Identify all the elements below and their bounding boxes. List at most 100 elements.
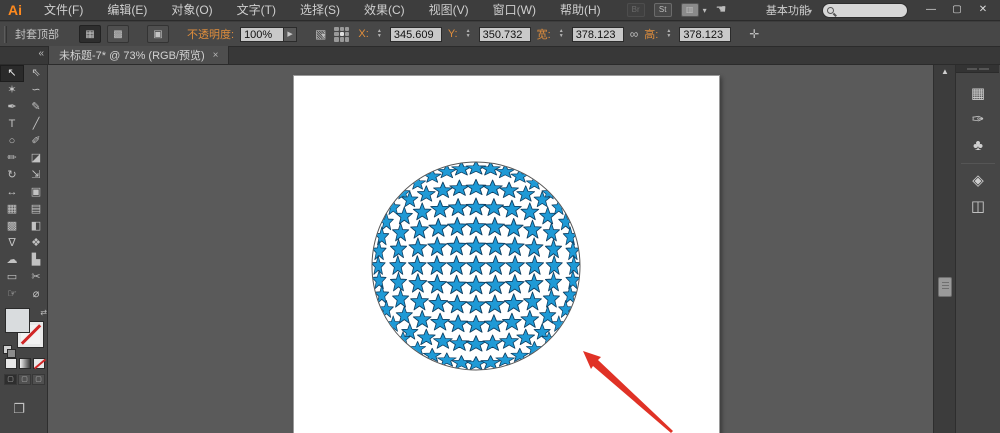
y-field[interactable]: 350.732 [478,26,531,42]
eraser-tool[interactable]: ◪ [24,150,48,167]
draw-normal-button[interactable]: ▢ [4,374,17,385]
menu-item-6[interactable]: 视图(V) [417,0,481,21]
menu-item-2[interactable]: 对象(O) [159,0,224,21]
zoom-tool[interactable]: ⌀ [24,286,48,303]
slice-tool[interactable]: ✂ [24,269,48,286]
restore-button[interactable]: ▢ [944,2,970,18]
dock-grip[interactable] [956,65,999,73]
stock-icon[interactable]: St [653,3,672,17]
screen-mode-button[interactable]: ❐ [8,401,30,417]
gradient-button[interactable] [19,358,31,369]
touch-hand-icon[interactable]: ☚ [716,3,727,17]
perspective-grid-tool[interactable]: ▤ [24,201,48,218]
opacity-field[interactable]: 100% [240,26,285,42]
menu-item-3[interactable]: 文字(T) [225,0,288,21]
menu-item-1[interactable]: 编辑(E) [95,0,159,21]
swatches-panel-icon[interactable]: ▦ [961,81,995,107]
height-label[interactable]: 高: [644,26,658,42]
default-fill-stroke-icon[interactable] [3,345,16,358]
opacity-dropdown-button[interactable]: ▶ [284,26,298,42]
menu-item-7[interactable]: 窗口(W) [481,0,548,21]
arrange-documents-caret[interactable]: ▾ [703,6,707,15]
curvature-tool[interactable]: ✎ [24,99,48,116]
x-field[interactable]: 345.609 [389,26,442,42]
eyedropper-tool[interactable]: ∇ [0,235,24,252]
selection-tool[interactable]: ↖ [0,65,24,82]
menu-item-5[interactable]: 效果(C) [352,0,417,21]
annotation-arrow [583,351,673,433]
symbols-panel-icon[interactable]: ♣ [961,133,995,159]
width-spinner[interactable]: ▲ ▼ [557,26,566,42]
envelope-options-button[interactable]: ▣ [147,25,169,43]
draw-behind-button[interactable]: ▢ [18,374,31,385]
tools-grid: ↖ ⇖ ✶ ∽ ✒ ✎ T ╱ ○ ✐ ✏ ◪ ↻ ⇲ ↔ ▣ ▦ ▤ ▩ ◧ ∇ ❖ ☁ ▙ ▭ ✂ ☞ ⌀ [0,65,47,303]
shape-builder-tool[interactable]: ▦ [0,201,24,218]
rotate-tool[interactable]: ↻ [0,167,24,184]
menu-item-8[interactable]: 帮助(H) [548,0,613,21]
menu-item-4[interactable]: 选择(S) [288,0,352,21]
swap-fill-stroke-icon[interactable]: ⇄ [40,308,47,317]
edit-envelope-button[interactable]: ▦ [79,25,101,43]
height-spinner[interactable]: ▲ ▼ [664,26,673,42]
app-logo: Ai [8,2,22,18]
gradient-tool[interactable]: ◧ [24,218,48,235]
height-field[interactable]: 378.123 [679,26,732,42]
width-field[interactable]: 378.123 [571,26,624,42]
link-dimensions-icon[interactable]: ∞ [630,27,639,41]
free-transform-tool[interactable]: ▣ [24,184,48,201]
color-button[interactable] [5,358,17,369]
artboards-panel-icon[interactable]: ◫ [961,194,995,220]
reference-point-locator[interactable] [334,26,350,42]
artwork-layer [371,161,673,433]
y-label[interactable]: Y: [448,28,458,40]
arrange-documents-icon[interactable]: ▥ [680,3,699,17]
layers-panel-icon[interactable]: ◈ [961,168,995,194]
blend-tool[interactable]: ❖ [24,235,48,252]
canvas[interactable] [48,65,933,433]
direct-selection-tool[interactable]: ⇖ [24,65,48,82]
x-spinner[interactable]: ▲ ▼ [375,26,384,42]
y-spinner[interactable]: ▲ ▼ [464,26,473,42]
menu-item-0[interactable]: 文件(F) [32,0,95,21]
scale-tool[interactable]: ⇲ [24,167,48,184]
none-button[interactable] [33,358,45,369]
dock-icons: ▦ ✑ ♣ ◈ ◫ [956,73,1000,220]
edit-contents-button[interactable]: ▩ [107,25,129,43]
tab-close-icon[interactable]: × [213,50,219,61]
line-segment-tool[interactable]: ╱ [24,116,48,133]
artboard-tool[interactable]: ▭ [0,269,24,286]
document-tab[interactable]: 未标题-7* @ 73% (RGB/预览) × [48,46,230,64]
toolbar-collapse-button[interactable]: « [0,46,48,64]
mesh-tool[interactable]: ▩ [0,218,24,235]
paintbrush-tool[interactable]: ✐ [24,133,48,150]
close-button[interactable]: ✕ [970,2,996,18]
brushes-panel-icon[interactable]: ✑ [961,107,995,133]
hand-tool[interactable]: ☞ [0,286,24,303]
fill-swatch[interactable] [5,308,30,333]
type-tool[interactable]: T [0,116,24,133]
pen-tool[interactable]: ✒ [0,99,24,116]
scroll-up-icon[interactable]: ▲ [934,65,956,79]
scrollbar-thumb[interactable] [938,277,952,297]
recolor-artwork-icon[interactable]: ▧▾ [315,27,326,41]
control-bar: 封套顶部 ▦ ▩ ▣ 不透明度: 100% ▶ ▧▾ X: ▲ ▼ 345.609… [0,22,1000,47]
pencil-tool[interactable]: ✏ [0,150,24,167]
vertical-scrollbar[interactable]: ▲ [933,65,955,433]
search-input[interactable] [822,2,908,18]
symbol-sprayer-tool[interactable]: ☁ [0,252,24,269]
workspace-switcher[interactable]: 基本功能 ▾ [766,2,812,18]
menu-items: 文件(F) 编辑(E) 对象(O) 文字(T) 选择(S) 效果(C) 视图(V) 窗口(W)… [32,0,613,21]
main-area: ↖ ⇖ ✶ ∽ ✒ ✎ T ╱ ○ ✐ ✏ ◪ ↻ ⇲ ↔ ▣ ▦ ▤ ▩ ◧ ∇ ❖ ☁ ▙ ▭ ✂ ☞ ⌀ ⇄ ▢ ▢ ▢ ❐ ▲ [0,65,1000,433]
lasso-tool[interactable]: ∽ [24,82,48,99]
column-graph-tool[interactable]: ▙ [24,252,48,269]
bridge-icon[interactable]: Br [626,3,645,17]
magic-wand-tool[interactable]: ✶ [0,82,24,99]
x-label[interactable]: X: [358,28,368,40]
width-label[interactable]: 宽: [537,26,551,42]
minimize-button[interactable]: — [918,2,944,18]
draw-inside-button[interactable]: ▢ [32,374,45,385]
ellipse-tool[interactable]: ○ [0,133,24,150]
opacity-label[interactable]: 不透明度: [187,26,234,42]
width-tool[interactable]: ↔ [0,184,24,201]
transform-icon[interactable]: ✛ [749,27,759,41]
